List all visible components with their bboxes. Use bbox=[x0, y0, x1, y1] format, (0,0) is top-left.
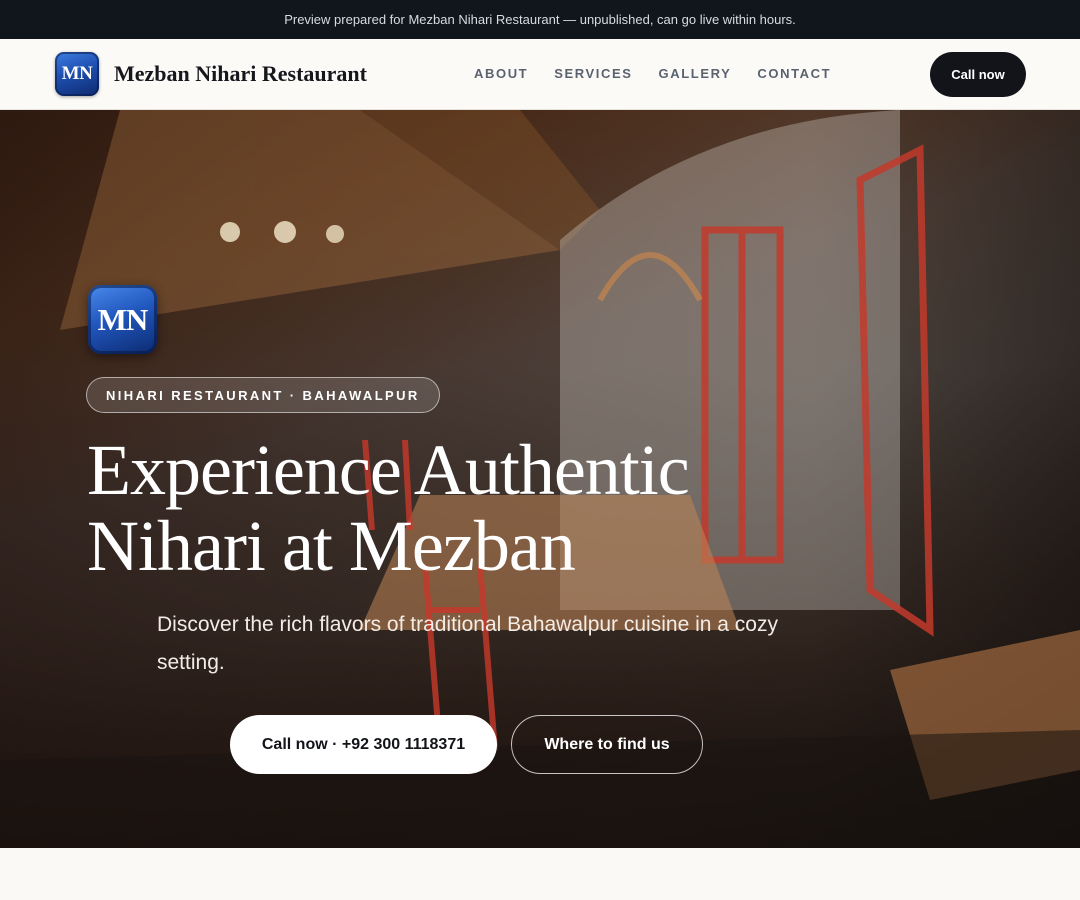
nav-link-about[interactable]: ABOUT bbox=[474, 66, 528, 81]
site-header: MN Mezban Nihari Restaurant ABOUT SERVIC… bbox=[0, 39, 1080, 110]
hero-section: MN NIHARI RESTAURANT · BAHAWALPUR Experi… bbox=[0, 110, 1080, 848]
nav-link-contact[interactable]: CONTACT bbox=[757, 66, 831, 81]
find-us-button[interactable]: Where to find us bbox=[511, 715, 703, 774]
nav-link-services[interactable]: SERVICES bbox=[554, 66, 632, 81]
brand-name[interactable]: Mezban Nihari Restaurant bbox=[114, 61, 367, 87]
hero-subtitle: Discover the rich flavors of traditional… bbox=[157, 613, 778, 674]
hero-logo-badge: MN bbox=[88, 285, 157, 354]
nav-link-gallery[interactable]: GALLERY bbox=[659, 66, 732, 81]
preview-banner-text: Preview prepared for Mezban Nihari Resta… bbox=[284, 12, 796, 27]
preview-banner: Preview prepared for Mezban Nihari Resta… bbox=[0, 0, 1080, 39]
header-call-now-button[interactable]: Call now bbox=[930, 52, 1026, 97]
hero-title-line-1: Experience Authentic bbox=[87, 430, 690, 510]
main-nav: ABOUT SERVICES GALLERY CONTACT bbox=[474, 66, 831, 81]
call-now-phone-button[interactable]: Call now · +92 300 1118371 bbox=[230, 715, 497, 774]
brand-logo-badge[interactable]: MN bbox=[55, 52, 99, 96]
hero-title: Experience Authentic Nihari at Mezban bbox=[87, 432, 787, 584]
location-pill: NIHARI RESTAURANT · BAHAWALPUR bbox=[86, 377, 440, 413]
hero-title-line-2: Nihari at Mezban bbox=[87, 506, 576, 586]
